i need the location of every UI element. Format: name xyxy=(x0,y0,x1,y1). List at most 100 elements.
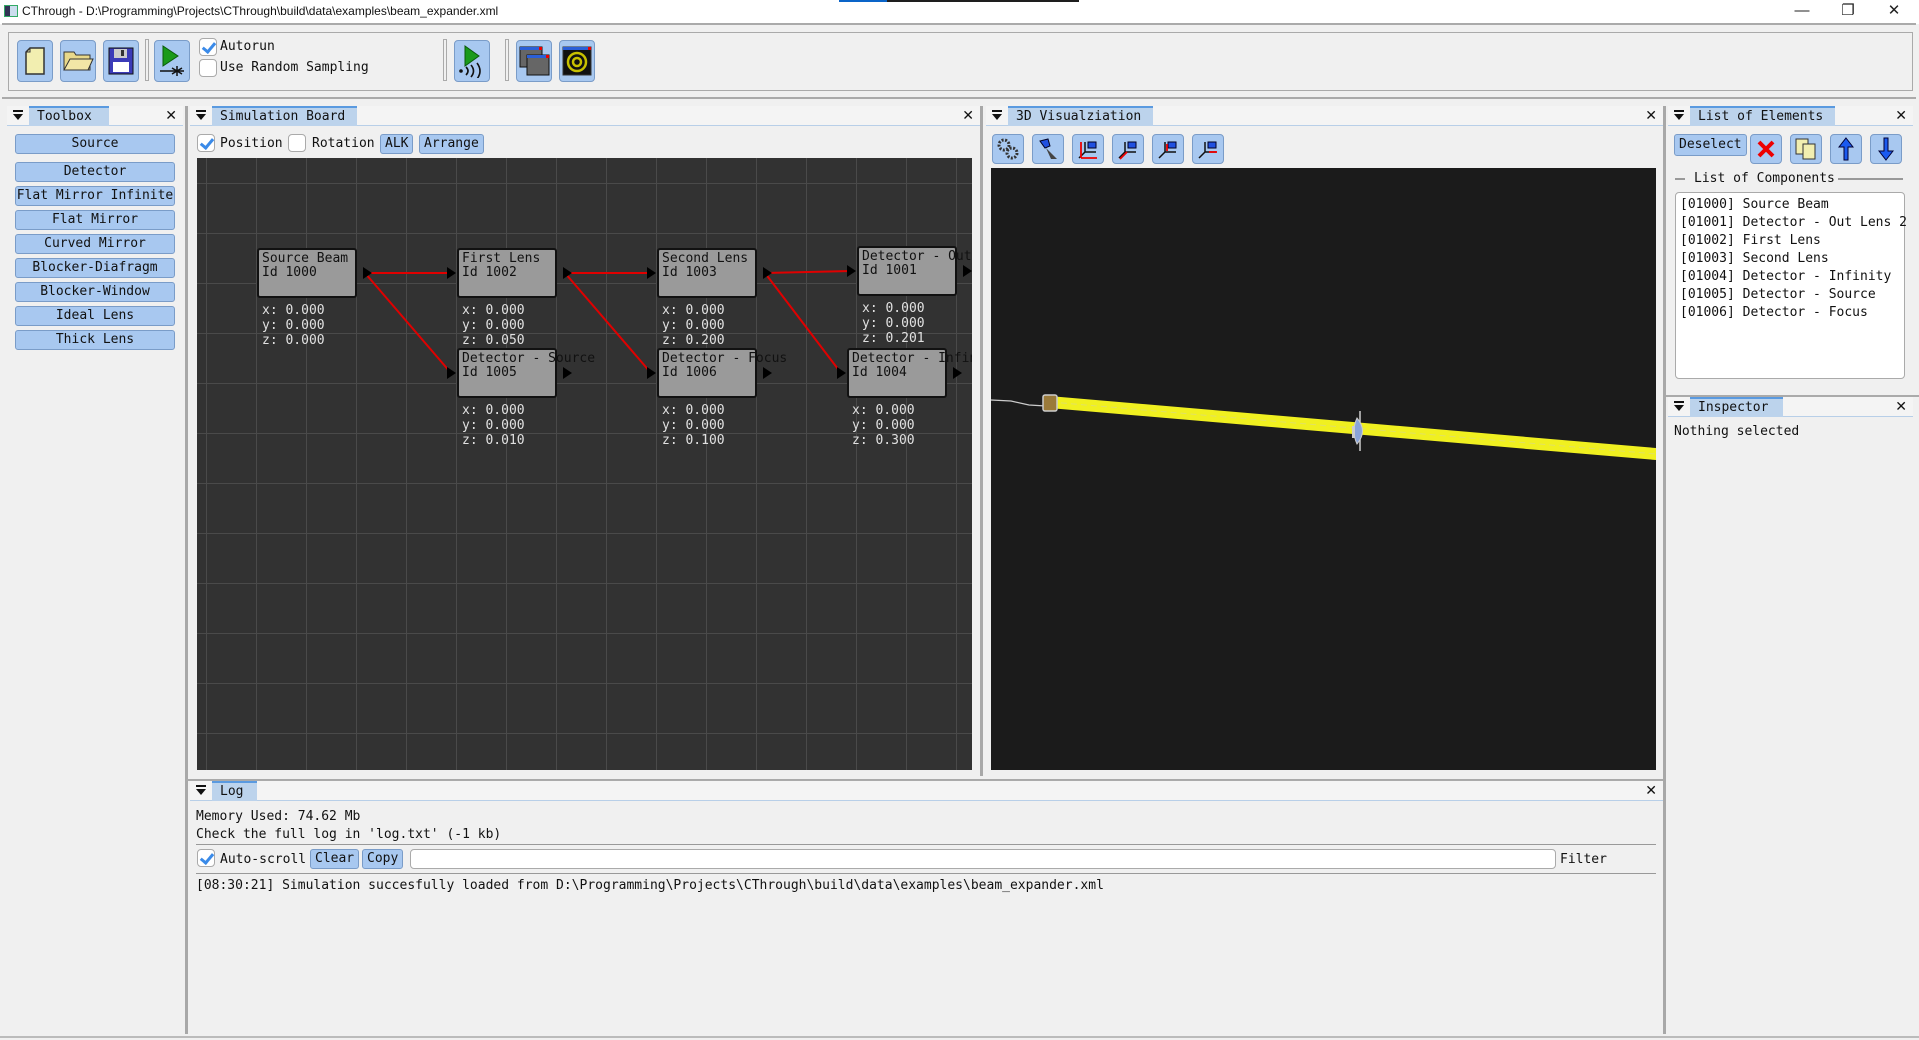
random-sampling-checkbox[interactable] xyxy=(199,59,217,77)
panel-splitter[interactable] xyxy=(980,106,983,776)
move-down-button[interactable] xyxy=(1870,134,1902,164)
windows-button[interactable] xyxy=(516,40,552,82)
autorun-checkbox[interactable] xyxy=(199,38,217,56)
output-pin[interactable] xyxy=(363,267,372,279)
deselect-button[interactable]: Deselect xyxy=(1674,134,1747,156)
node-coord-z: z: 0.000 xyxy=(262,333,325,348)
alk-button[interactable]: ALK xyxy=(380,134,414,154)
components-list[interactable]: [01000] Source Beam [01001] Detector - Ou… xyxy=(1675,192,1907,379)
board-node[interactable]: Detector - Source Id 1005 xyxy=(457,348,595,398)
node-coord-z: z: 0.200 xyxy=(662,333,725,348)
3d-viewport[interactable] xyxy=(991,168,1656,770)
viz-tab[interactable]: 3D Visualziation xyxy=(1008,106,1153,126)
component-item[interactable]: [01004] Detector - Infinity xyxy=(1680,268,1900,286)
elements-tab[interactable]: List of Elements xyxy=(1690,106,1835,126)
simulation-board-tab[interactable]: Simulation Board xyxy=(212,106,357,126)
input-pin[interactable] xyxy=(447,367,456,379)
viz-tool-button[interactable] xyxy=(1192,134,1224,164)
board-node[interactable]: Detector - InfinityId 1004 xyxy=(847,348,972,398)
tool-button[interactable]: Detector xyxy=(15,162,175,182)
input-pin[interactable] xyxy=(647,367,656,379)
panel-splitter[interactable] xyxy=(1663,106,1666,1034)
duplicate-button[interactable] xyxy=(1790,134,1822,164)
board-node[interactable]: Detector - Out Lens 2Id 1001 xyxy=(857,246,972,296)
input-pin[interactable] xyxy=(847,265,856,277)
dock-menu-icon[interactable] xyxy=(1674,109,1684,121)
board-node[interactable]: Source Beam Id 1000 xyxy=(257,248,357,298)
log-entry: [08:30:21] Simulation succesfully loaded… xyxy=(196,878,1104,893)
dock-menu-icon[interactable] xyxy=(1674,400,1684,412)
component-item[interactable]: [01001] Detector - Out Lens 2 xyxy=(1680,214,1907,232)
board-node[interactable]: Detector - Focus Id 1006 xyxy=(657,348,787,398)
dock-menu-icon[interactable] xyxy=(196,784,206,796)
viz-tool-button[interactable] xyxy=(1032,134,1064,164)
tool-button[interactable]: Curved Mirror xyxy=(15,234,175,254)
viz-tool-button[interactable] xyxy=(1072,134,1104,164)
output-pin[interactable] xyxy=(563,367,572,379)
tool-button[interactable]: Ideal Lens xyxy=(15,306,175,326)
tool-button[interactable]: Blocker-Diafragm xyxy=(15,258,175,278)
title-progress-bar xyxy=(839,0,1079,2)
target-view-button[interactable] xyxy=(559,40,595,82)
component-item[interactable]: [01005] Detector - Source xyxy=(1680,286,1900,304)
delete-button[interactable] xyxy=(1750,134,1782,164)
close-window-button[interactable]: ✕ xyxy=(1871,0,1917,24)
output-pin[interactable] xyxy=(963,265,972,277)
node-coord-x: x: 0.000 xyxy=(862,301,925,316)
clear-button[interactable]: Clear xyxy=(310,849,360,869)
run-sampling-button[interactable] xyxy=(454,40,490,82)
component-item[interactable]: [01003] Second Lens xyxy=(1680,250,1900,268)
filter-input[interactable] xyxy=(410,849,1556,869)
rotation-checkbox[interactable] xyxy=(288,134,306,152)
tool-button[interactable]: Source xyxy=(15,134,175,154)
board-node[interactable]: First Lens Id 1002 xyxy=(457,248,557,298)
minimize-button[interactable]: — xyxy=(1779,0,1825,24)
tool-button[interactable]: Flat Mirror xyxy=(15,210,175,230)
new-file-button[interactable] xyxy=(17,40,53,82)
input-pin[interactable] xyxy=(447,267,456,279)
open-folder-button[interactable] xyxy=(60,40,96,82)
close-icon[interactable]: ✕ xyxy=(1645,106,1657,126)
input-pin[interactable] xyxy=(837,367,846,379)
inspector-tab[interactable]: Inspector xyxy=(1690,397,1783,417)
viz-tool-button[interactable] xyxy=(1152,134,1184,164)
viz-tool-button[interactable] xyxy=(1112,134,1144,164)
restore-button[interactable]: ❐ xyxy=(1825,0,1871,24)
dock-menu-icon[interactable] xyxy=(992,109,1002,121)
autoscroll-checkbox[interactable] xyxy=(197,849,215,867)
toolbox-tab[interactable]: Toolbox xyxy=(29,106,109,126)
move-up-button[interactable] xyxy=(1830,134,1862,164)
log-tab[interactable]: Log xyxy=(212,781,257,801)
new-file-icon xyxy=(25,47,45,75)
board-node[interactable]: Second Lens Id 1003 xyxy=(657,248,757,298)
dock-menu-icon[interactable] xyxy=(13,109,23,121)
position-checkbox[interactable] xyxy=(197,134,215,152)
close-icon[interactable]: ✕ xyxy=(962,106,974,126)
panel-splitter[interactable] xyxy=(185,106,188,1034)
output-pin[interactable] xyxy=(763,367,772,379)
component-item[interactable]: [01006] Detector - Focus xyxy=(1680,304,1900,322)
output-pin[interactable] xyxy=(563,267,572,279)
input-pin[interactable] xyxy=(647,267,656,279)
tool-button[interactable]: Blocker-Window xyxy=(15,282,175,302)
close-icon[interactable]: ✕ xyxy=(1645,781,1657,801)
toolbar-separator xyxy=(505,39,509,81)
close-icon[interactable]: ✕ xyxy=(1895,397,1907,417)
dock-menu-icon[interactable] xyxy=(196,109,206,121)
output-pin[interactable] xyxy=(953,367,962,379)
save-button[interactable] xyxy=(103,40,139,82)
output-pin[interactable] xyxy=(763,267,772,279)
simulation-board-canvas[interactable]: Source Beam Id 1000 x: 0.000 y: 0.000 z: 0.0… xyxy=(197,158,972,770)
arrange-button[interactable]: Arrange xyxy=(419,134,484,154)
tool-button[interactable]: Thick Lens xyxy=(15,330,175,350)
run-simulation-button[interactable] xyxy=(154,40,190,82)
close-icon[interactable]: ✕ xyxy=(1895,106,1907,126)
component-item[interactable]: [01000] Source Beam xyxy=(1680,196,1900,214)
component-item[interactable]: [01002] First Lens xyxy=(1680,232,1900,250)
close-icon[interactable]: ✕ xyxy=(165,106,177,126)
viz-tool-button[interactable] xyxy=(992,134,1024,164)
tool-button[interactable]: Flat Mirror Infinite xyxy=(15,186,175,206)
node-id: Id 1000 xyxy=(262,265,317,280)
copy-button[interactable]: Copy xyxy=(362,849,404,869)
node-coord-z: z: 0.201 xyxy=(862,331,925,346)
